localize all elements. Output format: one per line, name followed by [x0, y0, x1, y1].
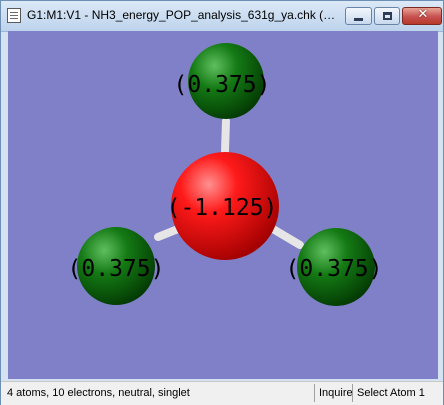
- molecule-canvas[interactable]: (0.375) (-1.125) (0.375) (0.375): [8, 31, 438, 379]
- bond-n-h1[interactable]: [221, 117, 230, 155]
- status-divider: [314, 384, 315, 402]
- status-bar: 4 atoms, 10 electrons, neutral, singlet …: [1, 381, 443, 405]
- window-title: G1:M1:V1 - NH3_energy_POP_analysis_631g_…: [27, 8, 337, 22]
- minimize-icon: [354, 18, 363, 21]
- title-bar[interactable]: G1:M1:V1 - NH3_energy_POP_analysis_631g_…: [1, 1, 443, 32]
- close-icon: ✕: [417, 7, 429, 22]
- minimize-button[interactable]: [345, 7, 372, 25]
- charge-label-h3: (0.375): [286, 256, 383, 282]
- status-divider: [352, 384, 353, 402]
- close-button[interactable]: ✕: [402, 7, 442, 25]
- bond-n-h2[interactable]: [154, 225, 182, 241]
- maximize-icon: [383, 12, 392, 20]
- mode-indicator: Inquire: [319, 387, 353, 399]
- charge-label-h1: (0.375): [174, 72, 271, 98]
- action-indicator: Select Atom 1: [357, 387, 425, 399]
- molecule-summary: 4 atoms, 10 electrons, neutral, singlet: [7, 387, 190, 399]
- document-icon[interactable]: [7, 8, 21, 23]
- maximize-button[interactable]: [374, 7, 400, 25]
- molecule-viewport[interactable]: (0.375) (-1.125) (0.375) (0.375): [8, 31, 438, 379]
- charge-label-h2: (0.375): [68, 256, 165, 282]
- molecule-view-window: G1:M1:V1 - NH3_energy_POP_analysis_631g_…: [0, 0, 444, 405]
- charge-label-n: (-1.125): [167, 195, 278, 221]
- bond-n-h3[interactable]: [269, 225, 304, 249]
